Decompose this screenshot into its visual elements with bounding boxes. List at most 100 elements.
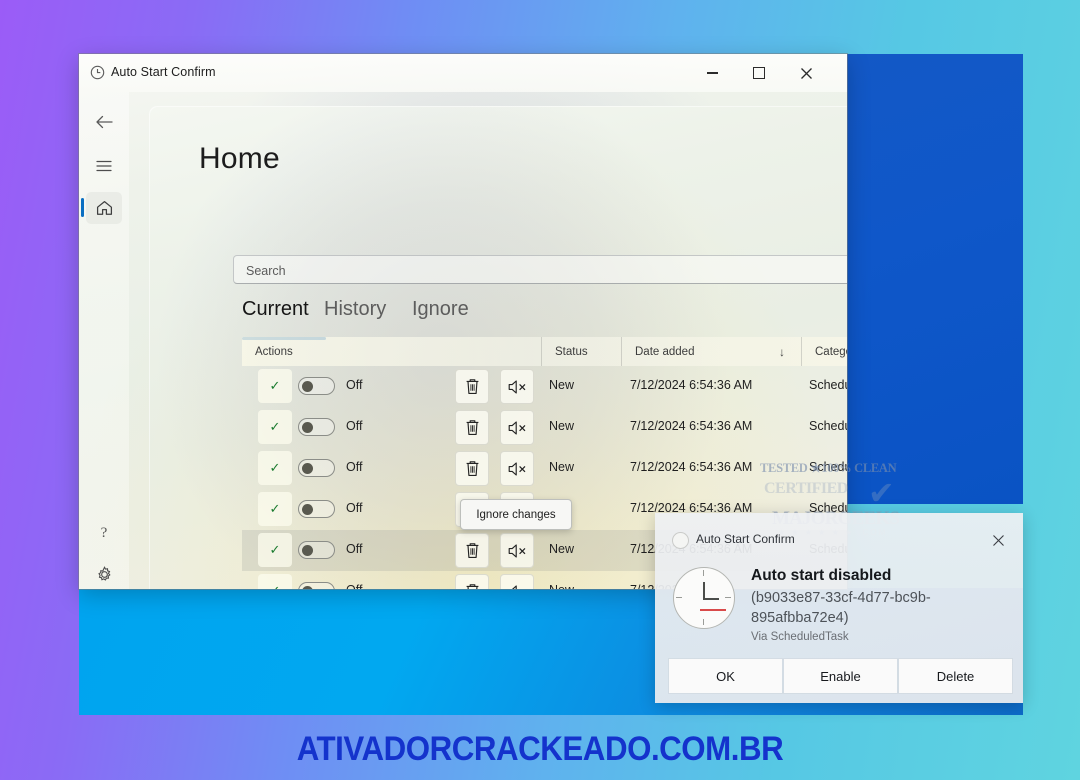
- check-icon: ✓: [269, 542, 281, 557]
- row-delete-button[interactable]: [455, 410, 489, 445]
- clock-icon: [673, 567, 735, 629]
- check-icon: ✓: [269, 378, 281, 393]
- ignore-changes-tooltip: Ignore changes: [460, 499, 572, 530]
- row-toggle-switch[interactable]: [298, 418, 335, 436]
- column-header-status[interactable]: Status: [542, 337, 622, 366]
- check-icon: ✓: [269, 460, 281, 475]
- row-delete-button[interactable]: [455, 533, 489, 568]
- back-button[interactable]: [86, 106, 122, 138]
- row-toggle-switch[interactable]: [298, 377, 335, 395]
- row-date-added: 7/12/2024 6:54:36 AM: [630, 419, 753, 433]
- row-mute-button[interactable]: [500, 574, 534, 589]
- hamburger-menu-button[interactable]: [86, 150, 122, 182]
- mute-speaker-icon: [508, 584, 525, 589]
- row-toggle-label: Off: [346, 583, 362, 589]
- clock-minute-hand: [703, 598, 719, 600]
- svg-text:?: ?: [101, 525, 108, 541]
- row-toggle-label: Off: [346, 542, 363, 556]
- row-mute-button[interactable]: [500, 369, 534, 404]
- desktop-background-right: [846, 54, 1023, 504]
- toast-delete-button[interactable]: Delete: [899, 659, 1012, 693]
- column-header-date-added[interactable]: Date added ↓: [622, 337, 802, 366]
- row-status: New: [549, 583, 574, 589]
- row-delete-button[interactable]: [455, 574, 489, 589]
- row-mute-button[interactable]: [500, 451, 534, 486]
- column-header-label: Category: [815, 345, 847, 358]
- trash-icon: [466, 420, 478, 435]
- row-checkmark-cell[interactable]: ✓: [258, 533, 292, 567]
- check-icon: ✓: [269, 419, 281, 434]
- toast-close-button[interactable]: [985, 527, 1011, 553]
- trash-icon: [466, 379, 478, 394]
- close-button[interactable]: [783, 54, 829, 92]
- column-header-actions[interactable]: Actions: [242, 337, 542, 366]
- row-checkmark-cell[interactable]: ✓: [258, 451, 292, 485]
- row-toggle-label: Off: [346, 460, 363, 474]
- row-toggle-switch[interactable]: [298, 582, 335, 589]
- home-selected-indicator: [81, 198, 84, 217]
- table-row[interactable]: ✓ Off New 7/12/2024 6:54:36 AM ScheduledTa: [242, 448, 847, 489]
- sidebar-item-home[interactable]: [86, 192, 122, 224]
- table-row[interactable]: ✓ Off New 7/12/2024 6:54:36 AM ScheduledTa: [242, 407, 847, 448]
- notification-toast: Auto Start Confirm Auto start disabled (…: [655, 513, 1023, 703]
- column-header-label: Actions: [255, 345, 293, 358]
- tab-ignore[interactable]: Ignore: [412, 298, 469, 321]
- toast-app-name: Auto Start Confirm: [696, 532, 795, 546]
- row-category: ScheduledTa: [809, 378, 847, 392]
- clock-alarm-hand: [700, 609, 726, 612]
- hamburger-menu-icon: [96, 160, 112, 172]
- row-delete-button[interactable]: [455, 451, 489, 486]
- site-watermark: ATIVADORCRACKEADO.COM.BR: [296, 730, 784, 768]
- minimize-button[interactable]: [689, 54, 735, 92]
- trash-icon: [466, 543, 478, 558]
- page-title: Home: [199, 142, 280, 175]
- row-toggle-switch[interactable]: [298, 541, 335, 559]
- toast-ok-button[interactable]: OK: [669, 659, 782, 693]
- row-checkmark-cell[interactable]: ✓: [258, 492, 292, 526]
- check-icon: ✓: [269, 501, 281, 516]
- column-header-label: Date added: [635, 345, 695, 358]
- row-delete-button[interactable]: [455, 369, 489, 404]
- row-mute-button[interactable]: [500, 410, 534, 445]
- maximize-button[interactable]: [736, 54, 782, 92]
- tab-current[interactable]: Current: [242, 298, 309, 321]
- row-toggle-switch[interactable]: [298, 500, 335, 518]
- row-status: New: [549, 378, 575, 392]
- trash-icon: [466, 461, 478, 476]
- row-status: New: [549, 419, 575, 433]
- row-mute-button[interactable]: [500, 533, 534, 568]
- maximize-icon: [753, 67, 765, 79]
- row-category: ScheduledTa: [809, 419, 847, 433]
- home-icon: [96, 200, 112, 215]
- toast-via-source: Via ScheduledTask: [751, 631, 849, 643]
- sort-descending-icon: ↓: [779, 345, 785, 359]
- table-row[interactable]: ✓ Off New 7/12/2024 6:54:36 AM ScheduledTa: [242, 366, 847, 407]
- close-icon: [992, 534, 1004, 546]
- mute-speaker-icon: [508, 543, 525, 558]
- back-arrow-icon: [96, 115, 113, 129]
- row-checkmark-cell[interactable]: ✓: [258, 369, 292, 403]
- row-date-added: 7/12/2024 6:54:36 AM: [630, 378, 753, 392]
- row-status: New: [549, 542, 575, 556]
- mute-speaker-icon: [508, 461, 525, 476]
- column-header-category[interactable]: Category: [802, 337, 847, 366]
- row-toggle-switch[interactable]: [298, 459, 335, 477]
- row-toggle-label: Off: [346, 378, 363, 392]
- mute-speaker-icon: [508, 379, 525, 394]
- clock-icon: [90, 65, 105, 80]
- mute-speaker-icon: [508, 420, 525, 435]
- help-button[interactable]: ?: [86, 516, 122, 548]
- search-input[interactable]: [244, 256, 847, 285]
- circle-icon: [672, 532, 689, 549]
- search-box[interactable]: [233, 255, 847, 285]
- row-toggle-label: Off: [346, 501, 363, 515]
- toast-enable-button[interactable]: Enable: [784, 659, 897, 693]
- row-checkmark-cell[interactable]: ✓: [258, 574, 292, 589]
- row-date-added: 7/12/2024 6:54:36 AM: [630, 460, 753, 474]
- row-checkmark-cell[interactable]: ✓: [258, 410, 292, 444]
- row-category: ScheduledTa: [809, 460, 847, 474]
- tab-history[interactable]: History: [324, 298, 386, 321]
- settings-button[interactable]: [86, 558, 122, 589]
- row-status: New: [549, 460, 575, 474]
- trash-icon: [466, 584, 478, 589]
